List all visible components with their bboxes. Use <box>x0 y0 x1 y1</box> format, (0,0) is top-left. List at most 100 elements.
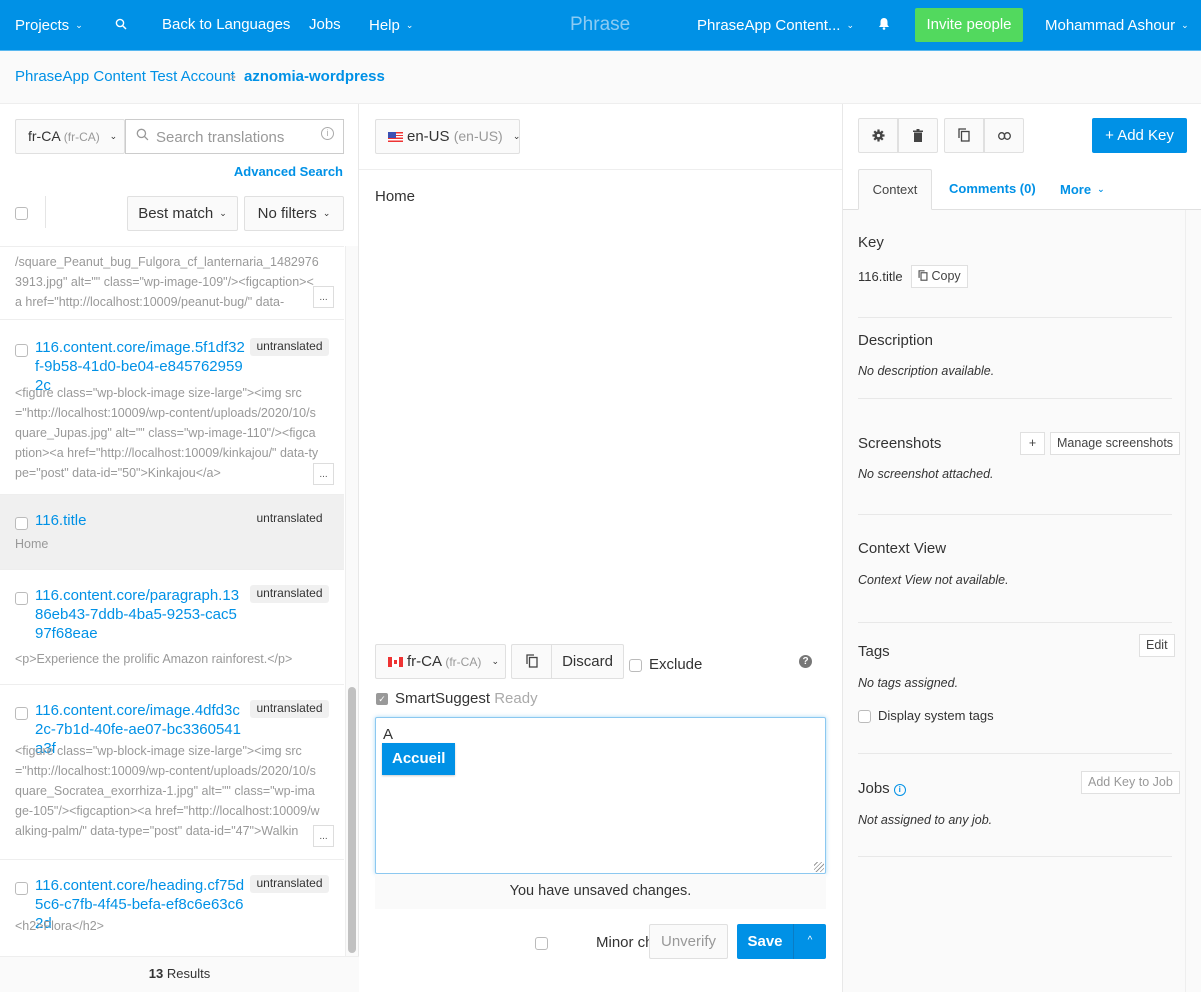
trash-icon <box>913 129 923 142</box>
manage-screenshots-button[interactable]: Manage screenshots <box>1050 432 1181 455</box>
key-content: <h2>Flora</h2> <box>15 919 104 933</box>
gear-icon <box>871 129 885 142</box>
key-checkbox[interactable] <box>15 882 28 895</box>
sort-dropdown[interactable]: Best match ⌄ <box>127 196 238 231</box>
smartsuggest-label: SmartSuggest Ready <box>395 690 538 707</box>
invite-people-button[interactable]: Invite people <box>915 8 1023 42</box>
key-checkbox[interactable] <box>15 707 28 720</box>
status-badge: untranslated <box>250 585 329 603</box>
smartsuggest-checkbox[interactable]: ✓ <box>376 693 388 705</box>
list-item[interactable]: 116.content.core/image.5f1df32f-9b58-41d… <box>0 320 344 495</box>
key-checkbox[interactable] <box>15 517 28 530</box>
add-screenshot-button[interactable]: + <box>1020 432 1045 455</box>
list-item[interactable]: 116.content.core/image.4dfd3c2c-7b1d-40f… <box>0 685 344 860</box>
add-key-to-job-button[interactable]: Add Key to Job <box>1081 771 1180 794</box>
back-to-languages-link[interactable]: Back to Languages <box>162 0 290 50</box>
key-checkbox[interactable] <box>15 344 28 357</box>
filter-dropdown[interactable]: No filters ⌄ <box>244 196 344 231</box>
notifications-bell-icon[interactable] <box>878 0 890 50</box>
save-options-caret-icon[interactable]: ^ <box>793 924 826 959</box>
search-icon[interactable] <box>115 0 127 50</box>
info-icon[interactable]: i <box>321 127 334 140</box>
jobs-link[interactable]: Jobs <box>309 0 341 50</box>
divider <box>45 196 46 228</box>
search-icon <box>136 128 149 144</box>
save-button[interactable]: Save <box>737 924 793 959</box>
key-checkbox[interactable] <box>15 592 28 605</box>
tab-context[interactable]: Context <box>858 169 932 210</box>
status-badge: untranslated <box>250 875 329 893</box>
advanced-search-link[interactable]: Advanced Search <box>234 164 343 179</box>
key-name-link[interactable]: 116.title <box>35 511 245 530</box>
phrase-logo[interactable]: Phrase <box>570 0 630 50</box>
key-value: 116.title <box>858 269 903 284</box>
locale-code: (fr-CA) <box>63 130 100 144</box>
unverify-button[interactable]: Unverify <box>649 924 728 959</box>
smartsuggest-status: Ready <box>494 690 538 707</box>
status-badge: untranslated <box>250 700 329 718</box>
locale-selector[interactable]: fr-CA (fr-CA) ⌄ <box>15 119 125 154</box>
tab-more[interactable]: More ⌄ <box>1060 169 1105 210</box>
key-name-link[interactable]: 116.content.core/paragraph.1386eb43-7ddb… <box>35 586 245 643</box>
list-scrollbar-thumb[interactable] <box>348 687 356 953</box>
details-tabs: Context Comments (0) More ⌄ <box>843 169 1201 210</box>
jobs-note: Not assigned to any job. <box>858 813 993 827</box>
top-navigation: Projects ⌄ Back to Languages Jobs Help ⌄ P… <box>0 0 1201 51</box>
expand-button[interactable]: ... <box>313 825 334 847</box>
projects-menu[interactable]: Projects ⌄ <box>15 0 83 50</box>
list-item-active[interactable]: 116.title untranslated Home <box>0 495 344 570</box>
chevron-down-icon: ⌄ <box>405 20 414 30</box>
tags-note: No tags assigned. <box>858 676 959 690</box>
context-view-title: Context View <box>858 540 947 557</box>
minor-change-checkbox[interactable] <box>535 937 548 950</box>
delete-button[interactable] <box>898 118 938 153</box>
translation-textarea[interactable]: A Accueil <box>375 717 826 874</box>
duplicate-button[interactable] <box>944 118 984 153</box>
source-locale-selector[interactable]: en-US (en-US) ⌄ <box>375 119 520 154</box>
chevron-down-icon: ⌄ <box>219 208 227 218</box>
context-section: Key 116.title Copy Description No descri… <box>843 210 1186 992</box>
target-locale-code: (fr-CA) <box>445 655 482 669</box>
divider <box>858 753 1172 754</box>
list-item[interactable]: 116.content.core/paragraph.1386eb43-7ddb… <box>0 570 344 685</box>
discard-button[interactable]: Discard <box>551 644 624 679</box>
chevron-down-icon: ⌄ <box>1181 20 1189 30</box>
keys-list: /square_Peanut_bug_Fulgora_cf_lanternari… <box>0 246 344 960</box>
info-icon[interactable]: i <box>893 784 906 796</box>
list-item[interactable]: 116.content.core/heading.cf75d5c6-c7fb-4… <box>0 860 344 960</box>
copy-key-button[interactable]: Copy <box>911 265 968 288</box>
details-scrollbar-track[interactable] <box>1186 210 1201 992</box>
copy-source-button[interactable] <box>511 644 552 679</box>
search-input[interactable] <box>156 126 316 148</box>
select-all-checkbox[interactable] <box>15 207 28 220</box>
list-item[interactable]: /square_Peanut_bug_Fulgora_cf_lanternari… <box>0 247 344 320</box>
divider <box>359 169 842 170</box>
display-system-tags-checkbox[interactable] <box>858 710 871 723</box>
suggestion-item[interactable]: Accueil <box>382 743 456 775</box>
add-key-button[interactable]: + Add Key <box>1092 118 1187 153</box>
exclude-checkbox[interactable] <box>629 659 642 672</box>
expand-button[interactable]: ... <box>313 463 334 485</box>
target-locale-selector[interactable]: fr-CA (fr-CA) ⌄ <box>375 644 506 679</box>
breadcrumb-account-link[interactable]: PhraseApp Content Test Account <box>15 68 235 85</box>
tab-comments[interactable]: Comments (0) <box>949 169 1036 210</box>
resize-handle-icon[interactable] <box>814 862 824 872</box>
edit-tags-button[interactable]: Edit <box>1139 634 1175 657</box>
breadcrumb-project[interactable]: aznomia-wordpress <box>244 68 385 85</box>
copy-icon <box>918 270 928 281</box>
more-label: More <box>1060 182 1092 197</box>
unsaved-changes-message: You have unsaved changes. <box>375 874 826 909</box>
settings-button[interactable] <box>858 118 898 153</box>
context-view-note: Context View not available. <box>858 573 1009 587</box>
help-label: Help <box>369 17 400 34</box>
help-menu[interactable]: Help ⌄ <box>369 0 413 50</box>
chevron-down-icon: ⌄ <box>109 131 118 141</box>
status-badge: untranslated <box>250 338 329 356</box>
results-count: 13 Results <box>0 956 359 992</box>
expand-button[interactable]: ... <box>313 286 334 308</box>
account-menu[interactable]: PhraseApp Content... ⌄ <box>697 0 854 50</box>
chevron-down-icon: ⌄ <box>512 131 521 141</box>
help-icon[interactable]: ? <box>799 655 812 668</box>
user-menu[interactable]: Mohammad Ashour ⌄ <box>1045 0 1189 50</box>
link-button[interactable] <box>984 118 1024 153</box>
